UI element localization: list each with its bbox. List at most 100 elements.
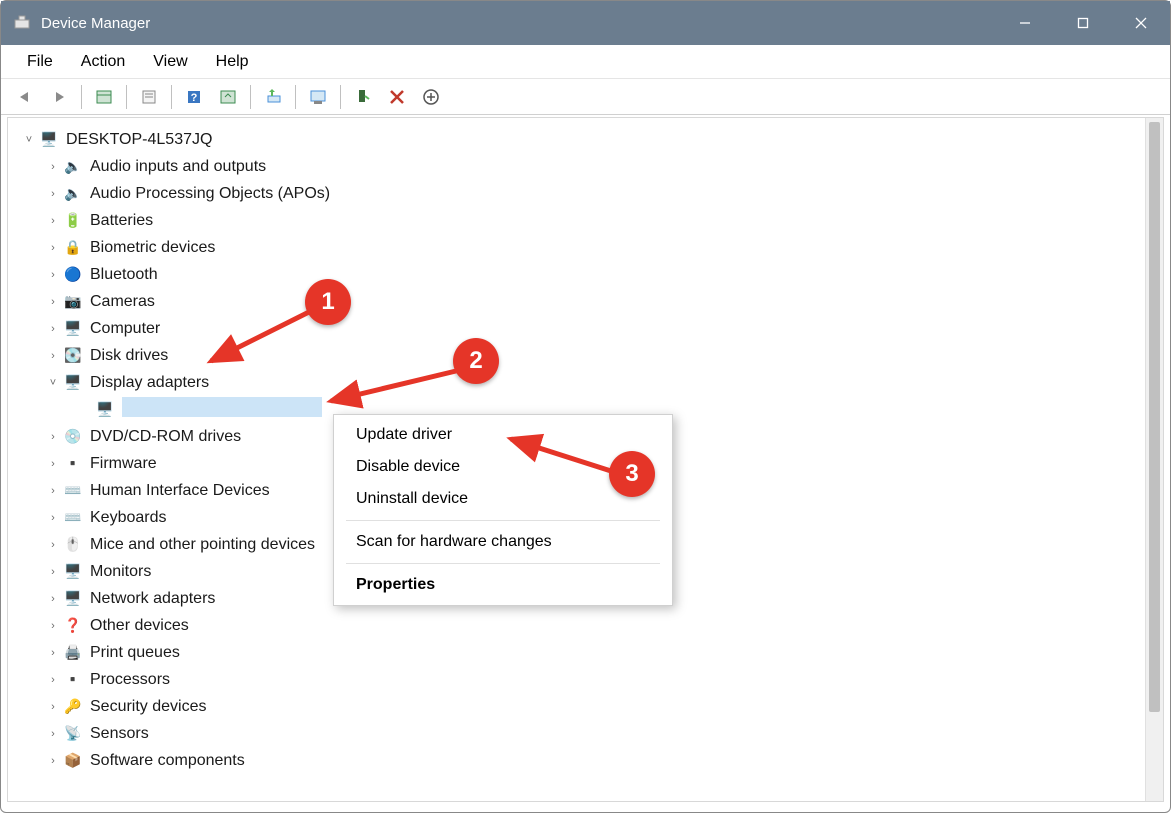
chevron-icon[interactable]: ˅ <box>44 377 62 389</box>
camera-icon: 📷 <box>62 293 84 310</box>
menu-file[interactable]: File <box>13 53 67 71</box>
annotation-2: 2 <box>453 338 499 384</box>
window-title: Device Manager <box>41 15 996 32</box>
chevron-icon[interactable]: › <box>44 215 62 227</box>
battery-icon: 🔋 <box>62 212 84 229</box>
software-icon: 📦 <box>62 752 84 769</box>
disk-icon: 💽 <box>62 347 84 364</box>
uninstall-icon[interactable] <box>302 82 334 112</box>
update-driver-icon[interactable] <box>257 82 289 112</box>
tree-item[interactable]: ›🔈Audio Processing Objects (APOs) <box>20 180 1163 207</box>
tree-item-label: Mice and other pointing devices <box>90 536 315 554</box>
tree-item-label: Computer <box>90 320 160 338</box>
monitor-icon: 🖥️ <box>62 563 84 580</box>
chevron-icon[interactable]: › <box>44 647 62 659</box>
printer-icon: 🖨️ <box>62 644 84 661</box>
menu-help[interactable]: Help <box>202 53 263 71</box>
toolbar-sep <box>340 85 341 109</box>
bluetooth-icon: 🔵 <box>62 266 84 283</box>
chevron-icon[interactable]: › <box>44 431 62 443</box>
tree-item-label: Biometric devices <box>90 239 215 257</box>
tree-item[interactable]: ›🖥️ Computer <box>20 315 1163 342</box>
display-icon: 🖥️ <box>62 374 84 391</box>
titlebar: Device Manager <box>1 1 1170 45</box>
mouse-icon: 🖱️ <box>62 536 84 553</box>
tree-item[interactable]: ›🔑Security devices <box>20 693 1163 720</box>
tree-item-label: Other devices <box>90 617 189 635</box>
cm-properties[interactable]: Properties <box>334 569 672 601</box>
network-icon: 🖥️ <box>62 590 84 607</box>
chevron-icon[interactable]: › <box>44 296 62 308</box>
back-icon[interactable] <box>9 82 41 112</box>
maximize-button[interactable] <box>1054 1 1112 45</box>
show-hide-tree-icon[interactable] <box>88 82 120 112</box>
app-icon <box>13 14 31 32</box>
tree-item-label: Processors <box>90 671 170 689</box>
scrollbar[interactable] <box>1145 118 1163 801</box>
toolbar-sep <box>81 85 82 109</box>
cm-update-driver[interactable]: Update driver <box>334 419 672 451</box>
tree-item-label: Print queues <box>90 644 180 662</box>
tree-item[interactable]: ›🔵 Bluetooth <box>20 261 1163 288</box>
chevron-icon[interactable]: › <box>44 728 62 740</box>
fingerprint-icon: 🔒 <box>62 239 84 256</box>
enable-device-icon[interactable] <box>347 82 379 112</box>
chevron-icon[interactable]: › <box>44 242 62 254</box>
computer-root-icon: 🖥️ <box>38 131 60 148</box>
scan-hardware-icon[interactable] <box>212 82 244 112</box>
tree-item[interactable]: ›▪️Processors <box>20 666 1163 693</box>
chevron-icon[interactable]: › <box>44 593 62 605</box>
tree-item-label: Audio inputs and outputs <box>90 158 266 176</box>
chevron-icon[interactable]: › <box>44 566 62 578</box>
tree-item[interactable]: ›📡Sensors <box>20 720 1163 747</box>
tree-item[interactable]: ›🔈 Audio inputs and outputs <box>20 153 1163 180</box>
tree-item-label: Monitors <box>90 563 151 581</box>
optical-icon: 💿 <box>62 428 84 445</box>
chevron-icon[interactable]: › <box>44 269 62 281</box>
tree-item-label: DESKTOP-4L537JQ <box>66 131 212 149</box>
speaker-icon: 🔈 <box>62 158 84 175</box>
tree-item[interactable]: ˅🖥️Display adapters <box>20 369 1163 396</box>
chevron-icon[interactable]: › <box>44 620 62 632</box>
tree-item[interactable]: ›📷Cameras <box>20 288 1163 315</box>
chevron-icon[interactable]: › <box>44 458 62 470</box>
chevron-icon[interactable]: › <box>44 701 62 713</box>
chevron-icon[interactable]: › <box>44 350 62 362</box>
tree-item[interactable]: ˅🖥️ DESKTOP-4L537JQ <box>20 126 1163 153</box>
scan-for-changes-icon[interactable] <box>415 82 447 112</box>
tree-item-label: Human Interface Devices <box>90 482 270 500</box>
display-icon: 🖥️ <box>94 401 116 418</box>
close-button[interactable] <box>1112 1 1170 45</box>
chevron-icon[interactable]: › <box>44 188 62 200</box>
tree-item[interactable]: ›🔒 Biometric devices <box>20 234 1163 261</box>
tree-item[interactable]: ›📦 Software components <box>20 747 1163 774</box>
cm-scan-hardware[interactable]: Scan for hardware changes <box>334 526 672 558</box>
chevron-icon[interactable]: ˅ <box>20 134 38 146</box>
forward-icon[interactable] <box>43 82 75 112</box>
chevron-icon[interactable]: › <box>44 755 62 767</box>
tree-item-label: Bluetooth <box>90 266 158 284</box>
menu-action[interactable]: Action <box>67 53 139 71</box>
tree-item[interactable]: ›💽Disk drives <box>20 342 1163 369</box>
chevron-icon[interactable]: › <box>44 512 62 524</box>
tree-item-label: Software components <box>90 752 245 770</box>
minimize-button[interactable] <box>996 1 1054 45</box>
tree-item-label: Sensors <box>90 725 149 743</box>
menu-view[interactable]: View <box>139 53 201 71</box>
cm-sep <box>346 520 660 521</box>
chevron-icon[interactable]: › <box>44 485 62 497</box>
tree-item-label <box>122 397 322 422</box>
computer-icon: 🖥️ <box>62 320 84 337</box>
chevron-icon[interactable]: › <box>44 674 62 686</box>
tree-item[interactable]: ›🔋Batteries <box>20 207 1163 234</box>
disable-device-icon[interactable] <box>381 82 413 112</box>
tree-item-label: DVD/CD-ROM drives <box>90 428 241 446</box>
help-icon[interactable]: ? <box>178 82 210 112</box>
scrollbar-thumb[interactable] <box>1149 122 1160 712</box>
chevron-icon[interactable]: › <box>44 161 62 173</box>
chevron-icon[interactable]: › <box>44 539 62 551</box>
tree-item[interactable]: ›🖨️ Print queues <box>20 639 1163 666</box>
tree-item[interactable]: ›❓Other devices <box>20 612 1163 639</box>
properties-icon[interactable] <box>133 82 165 112</box>
chevron-icon[interactable]: › <box>44 323 62 335</box>
